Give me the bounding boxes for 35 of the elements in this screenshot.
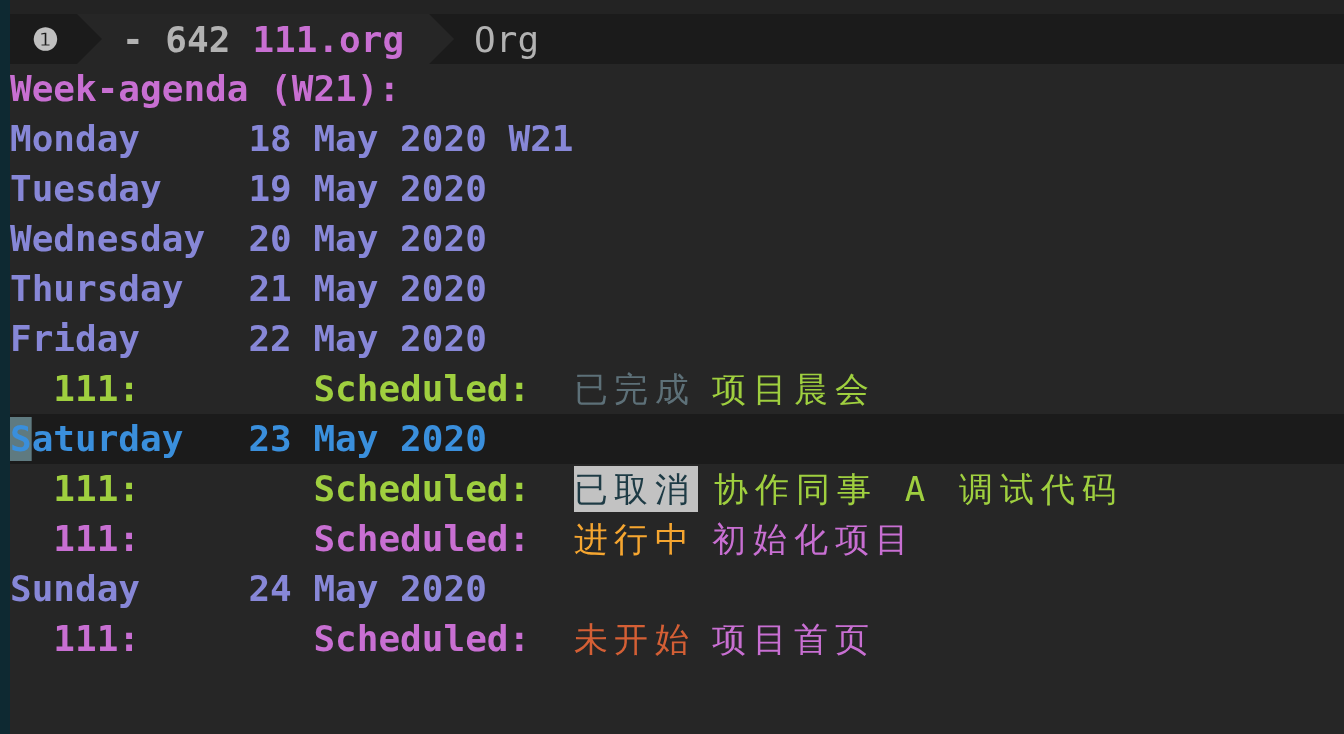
day-name: Tuesday: [10, 167, 162, 211]
day-name: Wednesday: [10, 217, 206, 261]
entry-title: 初始化项目: [712, 518, 917, 561]
category-label: 111:: [53, 617, 141, 661]
window-number: ❶: [31, 21, 60, 57]
entry-title: 项目首页: [712, 618, 876, 661]
day-date: 22 May 2020: [248, 317, 487, 361]
buffer-size: - 642: [122, 18, 231, 60]
todo-state: 未开始: [573, 618, 696, 661]
buffer-name: 111.org: [252, 18, 405, 60]
category-label: 111:: [53, 467, 141, 511]
day-date: 19 May 2020: [248, 167, 487, 211]
scheduled-label: Scheduled:: [313, 367, 531, 411]
scheduled-label: Scheduled:: [313, 467, 531, 511]
day-date: 18 May 2020 W21: [248, 117, 574, 161]
scheduled-label: Scheduled:: [313, 617, 531, 661]
entry-title: 协作同事 A 调试代码: [714, 468, 1123, 511]
day-date: 24 May 2020: [248, 567, 487, 611]
todo-state: 已完成: [573, 368, 696, 411]
day-name: Thursday: [10, 267, 184, 311]
day-name: Monday: [10, 117, 141, 161]
category-label: 111:: [53, 517, 141, 561]
category-label: 111:: [53, 367, 141, 411]
todo-state: 已取消: [573, 466, 698, 512]
major-mode: Org: [474, 18, 540, 60]
entry-title: 项目晨会: [712, 368, 876, 411]
day-name: Sunday: [10, 567, 141, 611]
day-date: 20 May 2020: [248, 217, 487, 261]
scheduled-label: Scheduled:: [313, 517, 531, 561]
agenda-header: Week-agenda (W21):: [10, 67, 401, 111]
day-date: 21 May 2020: [248, 267, 487, 311]
day-date: 23 May 2020: [248, 417, 487, 461]
day-name: Friday: [10, 317, 141, 361]
todo-state: 进行中: [573, 518, 696, 561]
day-name: Saturday: [10, 414, 184, 464]
